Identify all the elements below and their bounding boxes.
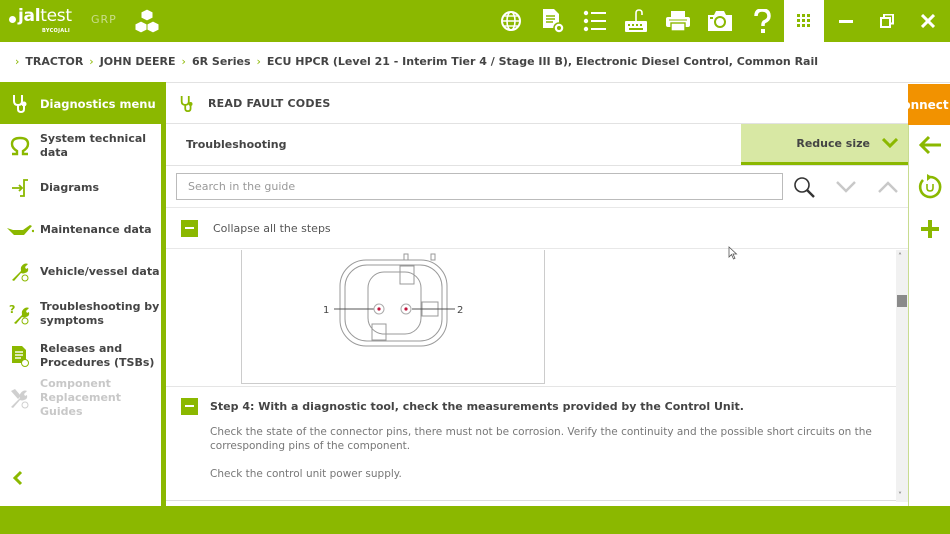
- content-scrollbar[interactable]: ˄ ˅: [896, 250, 908, 502]
- guide-content: 1 2 Step 4: With a diagnostic tool, chec…: [166, 250, 896, 502]
- wrench-icon: [0, 262, 40, 282]
- pin-label: 2: [457, 305, 463, 316]
- scroll-up-icon[interactable]: ˄: [898, 252, 902, 261]
- breadcrumb-bar: › TRACTOR › JOHN DEERE › 6R Series › ECU HPC…: [0, 42, 950, 125]
- search-row: [166, 166, 908, 208]
- guide-tab-row: Troubleshooting Reduce size: [166, 124, 908, 166]
- bottom-status-bar: [0, 506, 950, 534]
- step-body: Check the state of the connector pins, t…: [166, 425, 896, 481]
- collapse-all-row[interactable]: Collapse all the steps: [166, 208, 908, 249]
- group-label: GRP: [91, 13, 117, 26]
- collapse-sidebar-button[interactable]: [12, 470, 24, 490]
- sidebar: Diagnostics menu System technical data Di…: [0, 84, 162, 506]
- diagram-icon: [0, 178, 40, 198]
- apps-grid-icon[interactable]: [784, 0, 824, 42]
- breadcrumb-item[interactable]: ECU HPCR (Level 21 - Interim Tier 4 / St…: [267, 55, 818, 68]
- step-paragraph: Check the state of the connector pins, t…: [210, 426, 872, 452]
- breadcrumb: › TRACTOR › JOHN DEERE › 6R Series › ECU HPC…: [15, 55, 819, 68]
- jaltest-logo: jal test BYCOJALI: [9, 6, 72, 34]
- add-icon[interactable]: [917, 216, 943, 242]
- keyboard-icon[interactable]: [623, 8, 649, 34]
- stethoscope-icon: [0, 94, 40, 114]
- chevron-left-icon: [12, 470, 23, 486]
- reduce-size-button[interactable]: Reduce size: [741, 124, 908, 165]
- printer-icon[interactable]: [665, 8, 691, 34]
- breadcrumb-item[interactable]: 6R Series: [192, 55, 251, 68]
- sidebar-item-system-technical-data[interactable]: System technical data: [0, 124, 161, 168]
- sidebar-item-diagrams[interactable]: Diagrams: [0, 168, 161, 208]
- document-view-icon[interactable]: [540, 8, 566, 34]
- cubes-icon[interactable]: [134, 8, 160, 34]
- main-header: READ FAULT CODES: [166, 84, 908, 124]
- main-panel: READ FAULT CODES Troubleshooting Reduce …: [166, 84, 908, 506]
- omega-icon: [0, 136, 40, 156]
- scroll-down-icon[interactable]: ˅: [898, 491, 902, 500]
- minus-icon: [185, 227, 194, 229]
- right-action-rail: [908, 125, 950, 506]
- chevron-down-icon: [882, 138, 898, 148]
- close-icon[interactable]: [915, 8, 941, 34]
- search-input[interactable]: [176, 173, 783, 200]
- collapse-all-button[interactable]: [181, 219, 198, 237]
- restore-icon[interactable]: [874, 8, 900, 34]
- top-toolbar: jal test BYCOJALI GRP: [0, 0, 950, 42]
- wrench-question-icon: ?: [0, 303, 40, 325]
- collapse-step-button[interactable]: [181, 397, 198, 415]
- minimize-icon[interactable]: [833, 8, 859, 34]
- back-arrow-icon[interactable]: [917, 132, 943, 158]
- page-title: READ FAULT CODES: [208, 97, 331, 110]
- sidebar-item-releases-and-procedures[interactable]: Releases and Procedures (TSBs): [0, 336, 161, 376]
- sidebar-item-component-replacement-guides: Component Replacement Guides: [0, 376, 161, 420]
- oil-can-icon: [0, 223, 40, 237]
- breadcrumb-item[interactable]: TRACTOR: [25, 55, 83, 68]
- step-header[interactable]: Step 4: With a diagnostic tool, check th…: [166, 387, 896, 425]
- minus-icon: [185, 405, 194, 407]
- previous-result-chevron-up-icon[interactable]: [877, 176, 899, 198]
- sidebar-item-maintenance-data[interactable]: Maintenance data: [0, 208, 161, 252]
- breadcrumb-item[interactable]: JOHN DEERE: [100, 55, 176, 68]
- tools-icon: [0, 387, 40, 409]
- divider: [166, 500, 896, 501]
- step-4: Step 4: With a diagnostic tool, check th…: [166, 387, 896, 495]
- svg-text:?: ?: [9, 303, 15, 316]
- scrollbar-thumb[interactable]: [897, 295, 907, 307]
- help-icon[interactable]: [749, 8, 775, 34]
- refresh-diagnosis-icon[interactable]: [917, 174, 943, 200]
- sidebar-item-vehicle-vessel-data[interactable]: Vehicle/vessel data: [0, 252, 161, 292]
- connector-diagram: 1 2: [241, 250, 545, 384]
- mouse-cursor-icon: [728, 246, 738, 260]
- sidebar-item-troubleshooting-by-symptoms[interactable]: ? Troubleshooting by symptoms: [0, 292, 161, 336]
- sidebar-header-diagnostics-menu[interactable]: Diagnostics menu: [0, 84, 161, 124]
- pin-label: 1: [323, 305, 329, 316]
- stethoscope-icon: [166, 95, 208, 113]
- step-paragraph: Check the control unit power supply.: [210, 468, 402, 480]
- step-title: Step 4: With a diagnostic tool, check th…: [210, 399, 744, 413]
- camera-icon[interactable]: [707, 8, 733, 34]
- search-icon[interactable]: [793, 176, 815, 198]
- document-icon: [0, 345, 40, 367]
- tab-troubleshooting[interactable]: Troubleshooting: [166, 124, 741, 165]
- globe-icon[interactable]: [498, 8, 524, 34]
- next-result-chevron-down-icon[interactable]: [835, 176, 857, 198]
- list-icon[interactable]: [582, 8, 608, 34]
